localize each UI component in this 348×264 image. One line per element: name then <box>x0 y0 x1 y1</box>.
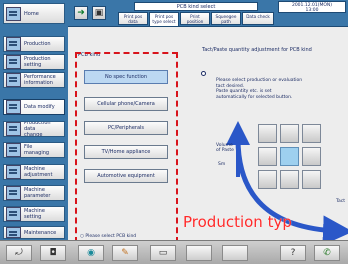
sidebar-item-machine-adjustment[interactable]: Machine adjustment <box>3 164 65 180</box>
phone-icon: ✆ <box>323 248 331 258</box>
grid-cell-r2c1[interactable] <box>258 147 277 166</box>
datetime-display: 2001.12.01(MON) 13:00 <box>278 1 346 13</box>
main-content: PCB kind No spec function Cellular phone… <box>68 26 348 243</box>
help-button[interactable]: ? <box>280 245 306 261</box>
arrow-right-icon: ➜ <box>77 8 85 18</box>
wrench-icon <box>6 165 21 179</box>
camera-icon: ◘ <box>49 248 57 258</box>
folder-icon <box>6 143 21 157</box>
globe-icon: ◉ <box>87 248 95 258</box>
rotate-icon: ⤾ <box>15 248 23 258</box>
production-icon <box>6 37 21 51</box>
y-axis-label: Volume of Paste <box>216 143 234 153</box>
panel-button[interactable]: ▭ <box>150 245 176 261</box>
grid-cell-r1c1[interactable] <box>258 124 277 143</box>
sidebar: Home Production Production setting Perfo… <box>0 0 68 240</box>
tab-print-position[interactable]: Print position <box>180 12 210 25</box>
header-bar: ➜ ▣ PCB kind select 2001.12.01(MON) 13:0… <box>68 0 348 26</box>
home-icon <box>6 6 21 21</box>
sidebar-item-home[interactable]: Home <box>3 3 65 24</box>
blank-button-2[interactable] <box>222 245 248 261</box>
setting-icon <box>6 55 21 69</box>
sidebar-item-label: Production data change <box>24 121 51 137</box>
sidebar-item-production[interactable]: Production <box>3 36 65 52</box>
tab-squeegee-path[interactable]: Squeegee path <box>211 12 241 25</box>
grid-cell-r3c3[interactable] <box>302 170 321 189</box>
sidebar-item-performance[interactable]: Performance information <box>3 72 65 88</box>
sidebar-item-machine-parameter[interactable]: Machine parameter <box>3 185 65 201</box>
back-arrow-button[interactable]: ➜ <box>74 6 88 20</box>
camera-button[interactable]: ◘ <box>40 245 66 261</box>
x-axis-label: Tact <box>336 199 345 204</box>
grid-cell-r1c2[interactable] <box>280 124 299 143</box>
sidebar-item-machine-setting[interactable]: Machine setting <box>3 206 65 222</box>
globe-button[interactable]: ◉ <box>78 245 104 261</box>
tool-icon: ✎ <box>121 248 129 258</box>
data-change-icon <box>6 122 21 136</box>
sidebar-item-file-managing[interactable]: File managing <box>3 142 65 158</box>
sidebar-item-data-modify[interactable]: Data modify <box>3 99 65 115</box>
sidebar-item-label: Home <box>24 10 39 17</box>
rotate-button[interactable]: ⤾ <box>6 245 32 261</box>
sidebar-item-label: File managing <box>24 144 50 156</box>
sidebar-item-maintenance[interactable]: Maintenance <box>3 226 65 239</box>
grid-cell-r2c3[interactable] <box>302 147 321 166</box>
grid-cell-r2c2[interactable] <box>280 147 299 166</box>
edit-icon <box>6 100 21 114</box>
chart-icon <box>6 73 21 87</box>
parameter-icon <box>6 186 21 200</box>
screen-toggle-button[interactable]: ▣ <box>92 6 106 20</box>
sidebar-item-label: Production <box>24 41 51 47</box>
phone-button[interactable]: ✆ <box>314 245 340 261</box>
sidebar-item-label: Machine adjustment <box>24 166 53 178</box>
tab-print-pos-type-select[interactable]: Print pos type select <box>149 12 179 26</box>
sidebar-item-production-setting[interactable]: Production setting <box>3 54 65 70</box>
sidebar-item-label: Maintenance <box>24 229 57 236</box>
grid-cell-r1c3[interactable] <box>302 124 321 143</box>
help-icon: ? <box>290 248 296 258</box>
maintenance-icon <box>6 227 21 238</box>
sidebar-item-label: Performance information <box>24 74 56 86</box>
sidebar-item-label: Machine parameter <box>24 187 51 199</box>
machine-icon <box>6 207 21 221</box>
sidebar-item-production-data-change[interactable]: Production data change <box>3 121 65 137</box>
blank-button[interactable] <box>186 245 212 261</box>
tab-data-check[interactable]: Data check <box>242 12 274 25</box>
grid-cell-r3c2[interactable] <box>280 170 299 189</box>
panel-icon: ▭ <box>158 248 168 258</box>
grid-cell-r3c1[interactable] <box>258 170 277 189</box>
tool-button[interactable]: ✎ <box>112 245 138 261</box>
sidebar-item-label: Production setting <box>24 56 51 68</box>
sidebar-item-label: Data modify <box>24 104 55 110</box>
sidebar-item-label: Machine setting <box>24 208 45 220</box>
window-icon: ▣ <box>94 8 104 18</box>
y-axis-small-label: Sm <box>218 162 226 167</box>
overlay-caption: Production typ <box>183 213 292 231</box>
page-title: PCB kind select <box>134 2 258 11</box>
tab-print-pos-data[interactable]: Print pos data <box>118 12 148 25</box>
bottom-toolbar: ⤾ ◘ ◉ ✎ ▭ ? ✆ <box>0 240 348 264</box>
